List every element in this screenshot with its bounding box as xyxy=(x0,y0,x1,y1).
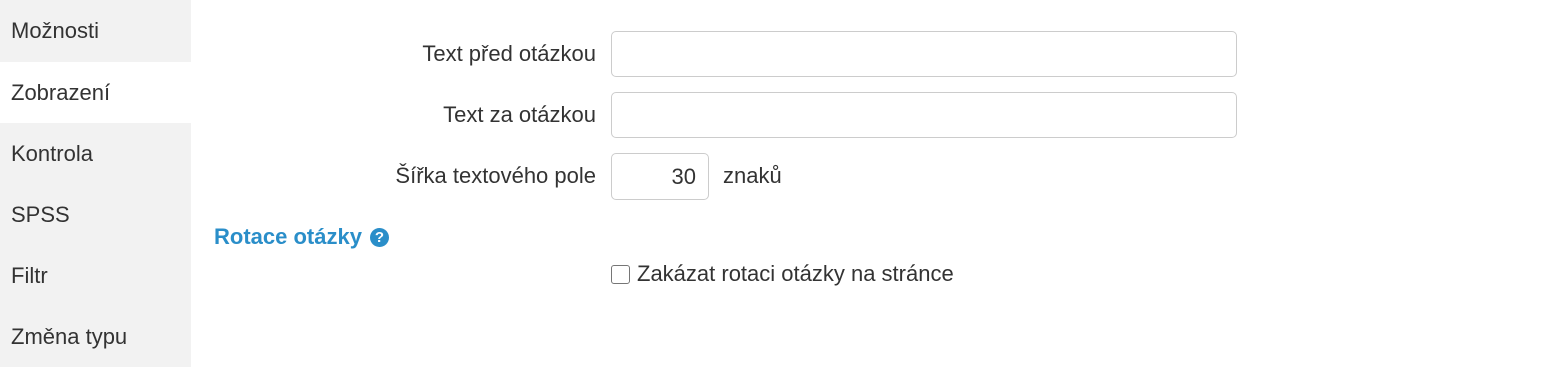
field-width-unit: znaků xyxy=(723,163,782,188)
sidebar-item-kontrola[interactable]: Kontrola xyxy=(0,123,191,184)
sidebar-item-spss[interactable]: SPSS xyxy=(0,184,191,245)
sidebar-item-label: Zobrazení xyxy=(11,79,111,105)
sidebar-item-label: Změna typu xyxy=(11,323,128,349)
field-width-row: Šířka textového pole znaků xyxy=(200,153,1240,200)
disable-rotation-option[interactable]: Zakázat rotaci otázky na stránce xyxy=(611,259,954,289)
disable-rotation-label: Zakázat rotaci otázky na stránce xyxy=(637,261,954,286)
sidebar-item-label: Možnosti xyxy=(11,18,100,43)
text-after-row: Text za otázkou xyxy=(200,92,1240,138)
sidebar-item-label: Filtr xyxy=(11,262,48,288)
sidebar-item-label: Kontrola xyxy=(11,140,93,166)
text-after-label: Text za otázkou xyxy=(443,102,596,127)
question-circle-icon[interactable]: ? xyxy=(369,227,389,247)
sidebar-item-zmena-typu[interactable]: Změna typu xyxy=(0,306,191,367)
text-after-input[interactable] xyxy=(611,92,1237,138)
text-before-input[interactable] xyxy=(611,31,1237,77)
field-width-input[interactable] xyxy=(611,153,709,200)
sidebar-item-moznosti[interactable]: Možnosti xyxy=(0,0,191,62)
rotation-section-title: Rotace otázky ? xyxy=(214,222,389,252)
settings-page: Možnosti Zobrazení Kontrola SPSS Filtr Z… xyxy=(0,0,1566,372)
sidebar-item-zobrazeni[interactable]: Zobrazení xyxy=(0,62,191,123)
text-before-label: Text před otázkou xyxy=(422,41,596,66)
disable-rotation-checkbox[interactable] xyxy=(611,264,630,284)
sidebar: Možnosti Zobrazení Kontrola SPSS Filtr Z… xyxy=(0,0,191,372)
text-before-row: Text před otázkou xyxy=(200,31,1240,77)
field-width-label: Šířka textového pole xyxy=(395,163,596,188)
sidebar-item-label: SPSS xyxy=(11,201,70,227)
sidebar-item-filtr[interactable]: Filtr xyxy=(0,245,191,306)
rotation-title-text: Rotace otázky xyxy=(214,224,362,249)
